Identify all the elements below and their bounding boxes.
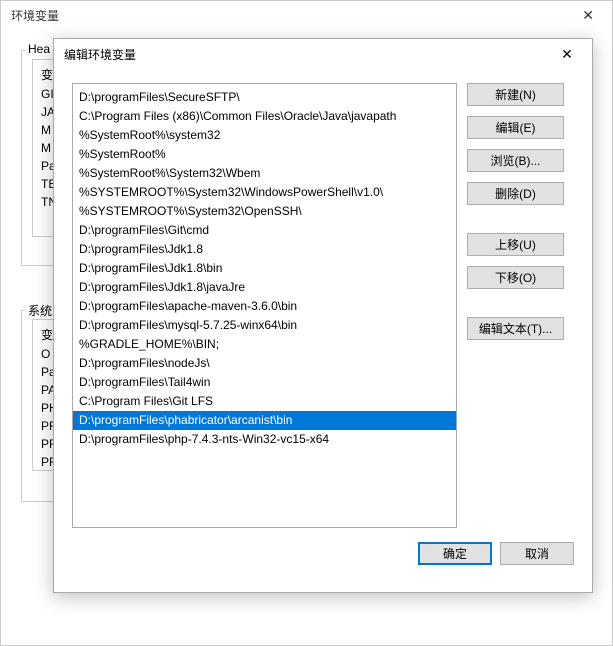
path-entry[interactable]: %SYSTEMROOT%\System32\OpenSSH\ <box>73 202 456 221</box>
path-entry[interactable]: D:\programFiles\php-7.4.3-nts-Win32-vc15… <box>73 430 456 449</box>
outer-titlebar: 环境变量 ✕ <box>1 1 612 30</box>
inner-main-row: D:\programFiles\SecureSFTP\C:\Program Fi… <box>72 83 574 528</box>
path-entry[interactable]: D:\programFiles\Jdk1.8\javaJre <box>73 278 456 297</box>
path-entries-listbox[interactable]: D:\programFiles\SecureSFTP\C:\Program Fi… <box>72 83 457 528</box>
path-entry[interactable]: D:\programFiles\Git\cmd <box>73 221 456 240</box>
path-entry[interactable]: D:\programFiles\mysql-5.7.25-winx64\bin <box>73 316 456 335</box>
path-entry[interactable]: %SystemRoot%\system32 <box>73 126 456 145</box>
path-entry[interactable]: D:\programFiles\Jdk1.8 <box>73 240 456 259</box>
system-vars-legend: 系统 <box>25 302 55 319</box>
browse-button[interactable]: 浏览(B)... <box>467 149 564 172</box>
path-entry[interactable]: %GRADLE_HOME%\BIN; <box>73 335 456 354</box>
path-entry[interactable]: D:\programFiles\Jdk1.8\bin <box>73 259 456 278</box>
inner-body: D:\programFiles\SecureSFTP\C:\Program Fi… <box>54 69 592 577</box>
ok-button[interactable]: 确定 <box>418 542 492 565</box>
edit-env-var-dialog: 编辑环境变量 ✕ D:\programFiles\SecureSFTP\C:\P… <box>53 38 593 593</box>
path-entry[interactable]: %SystemRoot% <box>73 145 456 164</box>
path-entry[interactable]: C:\Program Files\Git LFS <box>73 392 456 411</box>
close-icon[interactable]: ✕ <box>574 7 602 24</box>
spacer <box>467 299 564 307</box>
outer-title-text: 环境变量 <box>11 7 59 24</box>
move-up-button[interactable]: 上移(U) <box>467 233 564 256</box>
move-down-button[interactable]: 下移(O) <box>467 266 564 289</box>
spacer <box>467 215 564 223</box>
user-vars-legend: Hea <box>25 42 53 56</box>
cancel-button[interactable]: 取消 <box>500 542 574 565</box>
path-entry[interactable]: D:\programFiles\apache-maven-3.6.0\bin <box>73 297 456 316</box>
path-entry[interactable]: D:\programFiles\nodeJs\ <box>73 354 456 373</box>
path-entry[interactable]: C:\Program Files (x86)\Common Files\Orac… <box>73 107 456 126</box>
new-button[interactable]: 新建(N) <box>467 83 564 106</box>
path-entry[interactable]: %SystemRoot%\System32\Wbem <box>73 164 456 183</box>
inner-button-row: 确定 取消 <box>72 542 574 565</box>
path-entry[interactable]: D:\programFiles\Tail4win <box>73 373 456 392</box>
inner-titlebar: 编辑环境变量 ✕ <box>54 39 592 69</box>
delete-button[interactable]: 删除(D) <box>467 182 564 205</box>
path-entry[interactable]: D:\programFiles\SecureSFTP\ <box>73 88 456 107</box>
close-icon[interactable]: ✕ <box>546 40 588 68</box>
side-button-column: 新建(N) 编辑(E) 浏览(B)... 删除(D) 上移(U) 下移(O) 编… <box>467 83 564 528</box>
path-entry[interactable]: D:\programFiles\phabricator\arcanist\bin <box>73 411 456 430</box>
edit-text-button[interactable]: 编辑文本(T)... <box>467 317 564 340</box>
path-entry[interactable]: %SYSTEMROOT%\System32\WindowsPowerShell\… <box>73 183 456 202</box>
inner-title-text: 编辑环境变量 <box>64 46 136 63</box>
edit-button[interactable]: 编辑(E) <box>467 116 564 139</box>
